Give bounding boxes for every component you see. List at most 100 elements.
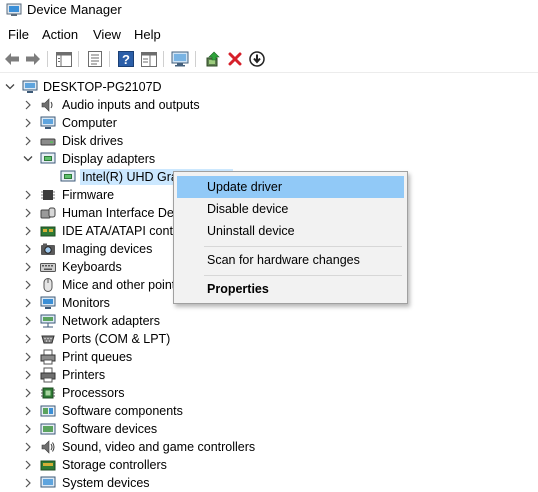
chevron-right-icon[interactable]: [22, 297, 34, 309]
menu-item-uninstall-device[interactable]: Uninstall device: [177, 220, 404, 242]
menu-action[interactable]: Action: [42, 26, 78, 44]
tree-item-storage-controllers[interactable]: Storage controllers: [0, 456, 538, 474]
tree-root[interactable]: DESKTOP-PG2107D: [0, 78, 538, 96]
chevron-right-icon[interactable]: [22, 459, 34, 471]
tree-item-label: Software components: [62, 404, 183, 418]
chevron-right-icon[interactable]: [22, 225, 34, 237]
menu-file[interactable]: File: [8, 26, 29, 44]
printer-icon: [40, 367, 56, 383]
toolbar-separator: [195, 51, 196, 67]
tree-item-audio[interactable]: Audio inputs and outputs: [0, 96, 538, 114]
menu-item-disable-device[interactable]: Disable device: [177, 198, 404, 220]
title-bar: Device Manager: [0, 0, 538, 22]
help-icon[interactable]: ?: [116, 49, 136, 69]
tree-item-ports[interactable]: Ports (COM & LPT): [0, 330, 538, 348]
uninstall-device-icon[interactable]: [225, 49, 245, 69]
chevron-down-icon[interactable]: [4, 81, 16, 93]
tree-item-display-adapters[interactable]: Display adapters: [0, 150, 538, 168]
disable-device-icon[interactable]: [247, 49, 267, 69]
tree-item-label: Keyboards: [62, 260, 122, 274]
forward-arrow-icon[interactable]: [23, 49, 43, 69]
tree-item-disk-drives[interactable]: Disk drives: [0, 132, 538, 150]
toolbar-separator: [47, 51, 48, 67]
chevron-right-icon[interactable]: [22, 387, 34, 399]
toolbar-separator: [78, 51, 79, 67]
tree-item-label: Computer: [62, 116, 117, 130]
menu-help[interactable]: Help: [134, 26, 161, 44]
tree-item-label: System devices: [62, 476, 150, 490]
tree-item-sound-video-game-controllers[interactable]: Sound, video and game controllers: [0, 438, 538, 456]
menu-separator: [204, 275, 402, 276]
chevron-right-icon[interactable]: [22, 423, 34, 435]
menu-item-label: Disable device: [207, 202, 289, 216]
tree-item-label: Sound, video and game controllers: [62, 440, 256, 454]
system-icon: [40, 476, 56, 488]
window-title: Device Manager: [27, 2, 122, 17]
tree-item-label: Storage controllers: [62, 458, 167, 472]
menu-item-update-driver[interactable]: Update driver: [177, 176, 404, 198]
chevron-right-icon[interactable]: [22, 117, 34, 129]
camera-icon: [41, 243, 55, 255]
menu-item-properties[interactable]: Properties: [177, 278, 404, 300]
chevron-right-icon[interactable]: [22, 207, 34, 219]
tree-item-label: Print queues: [62, 350, 133, 364]
monitor-icon: [40, 296, 56, 309]
monitor-scan-icon[interactable]: [170, 49, 190, 69]
chevron-right-icon[interactable]: [22, 135, 34, 147]
computer-icon: [40, 116, 56, 129]
mouse-icon: [43, 278, 53, 292]
view-icon[interactable]: [139, 49, 159, 69]
tree-item-computer[interactable]: Computer: [0, 114, 538, 132]
tree-item-processors[interactable]: Processors: [0, 384, 538, 402]
chevron-right-icon[interactable]: [22, 405, 34, 417]
chevron-right-icon[interactable]: [22, 441, 34, 453]
svg-text:?: ?: [122, 52, 130, 67]
show-hide-console-tree-icon[interactable]: [54, 49, 74, 69]
hid-icon: [40, 207, 56, 219]
tree-item-label: Software devices: [62, 422, 158, 436]
processor-icon: [41, 387, 55, 399]
menu-item-label: Uninstall device: [207, 224, 295, 238]
chevron-down-icon[interactable]: [22, 153, 34, 165]
display-adapter-icon: [60, 170, 76, 182]
tree-item-label: Imaging devices: [62, 242, 153, 256]
menu-item-scan-hardware[interactable]: Scan for hardware changes: [177, 249, 404, 271]
tree-item-printers[interactable]: Printers: [0, 366, 538, 384]
firmware-icon: [41, 190, 55, 200]
back-arrow-icon[interactable]: [2, 49, 22, 69]
chevron-right-icon[interactable]: [22, 477, 34, 489]
storage-icon: [40, 460, 56, 471]
tree-item-label: Printers: [62, 368, 106, 382]
tree-item-software-devices[interactable]: Software devices: [0, 420, 538, 438]
chevron-right-icon[interactable]: [22, 99, 34, 111]
tree-item-network-adapters[interactable]: Network adapters: [0, 312, 538, 330]
tree-item-software-components[interactable]: Software components: [0, 402, 538, 420]
chevron-right-icon[interactable]: [22, 369, 34, 381]
tree-item-label: Processors: [62, 386, 125, 400]
update-driver-icon[interactable]: [203, 49, 223, 69]
menu-bar: File Action View Help: [0, 24, 538, 46]
toolbar-separator: [163, 51, 164, 67]
chevron-right-icon[interactable]: [22, 261, 34, 273]
menu-view[interactable]: View: [93, 26, 121, 44]
chevron-right-icon[interactable]: [22, 243, 34, 255]
tree-item-system-devices[interactable]: System devices: [0, 474, 538, 492]
sound-icon: [41, 440, 55, 454]
tree-item-label: Ports (COM & LPT): [62, 332, 171, 346]
chevron-right-icon[interactable]: [22, 315, 34, 327]
tree-item-print-queues[interactable]: Print queues: [0, 348, 538, 366]
computer-icon: [22, 80, 38, 93]
tree-item-label: Network adapters: [62, 314, 160, 328]
chevron-right-icon[interactable]: [22, 189, 34, 201]
properties-icon[interactable]: [85, 49, 105, 69]
chevron-right-icon[interactable]: [22, 279, 34, 291]
menu-separator: [204, 246, 402, 247]
device-manager-icon: [6, 3, 22, 16]
tree-item-label: Audio inputs and outputs: [62, 98, 200, 112]
chevron-right-icon[interactable]: [22, 333, 34, 345]
menu-item-label: Update driver: [207, 180, 283, 194]
chevron-right-icon[interactable]: [22, 351, 34, 363]
tree-root-label: DESKTOP-PG2107D: [43, 80, 162, 94]
tree-item-label: Disk drives: [62, 134, 124, 148]
menu-item-label: Properties: [207, 282, 269, 296]
